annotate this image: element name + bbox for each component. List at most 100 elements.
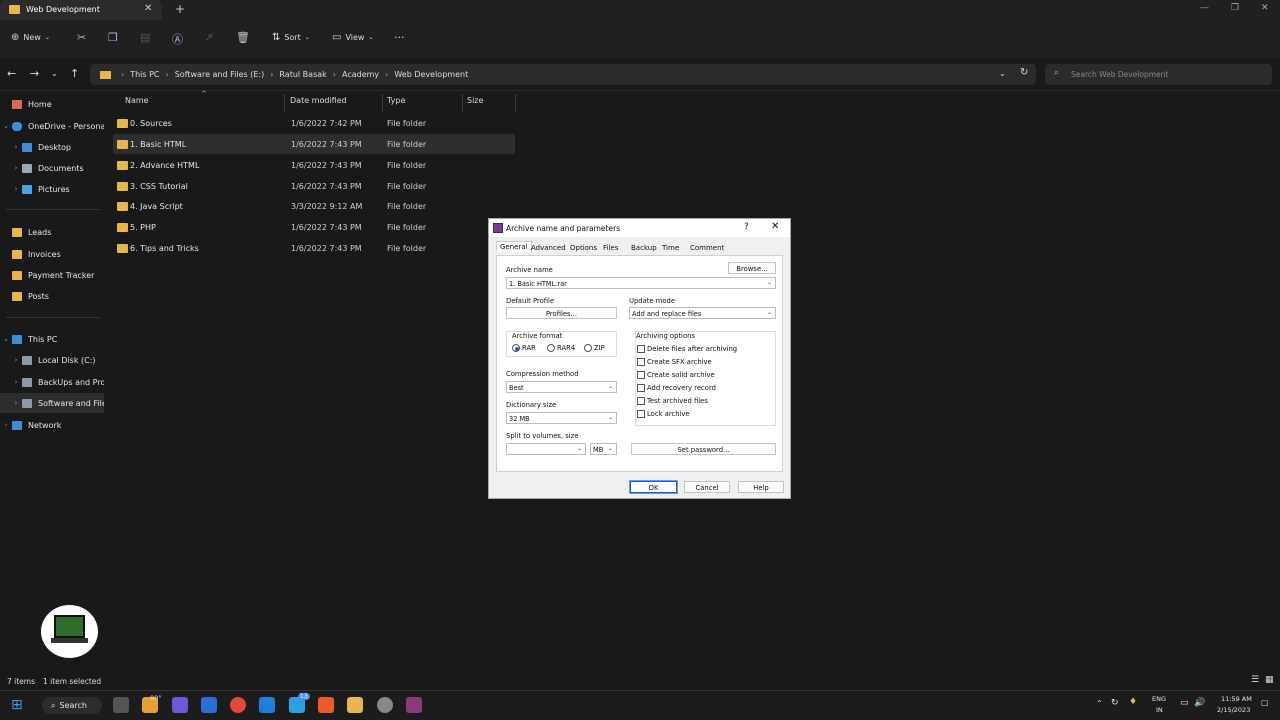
compression-select[interactable]: Best ⌄: [506, 381, 617, 393]
details-view-icon[interactable]: ☰: [1251, 675, 1259, 685]
up-icon[interactable]: ↑: [70, 67, 79, 80]
region-label[interactable]: IN: [1156, 706, 1163, 714]
file-row[interactable]: 4. Java Script 3/3/2022 9:12 AM File folde…: [113, 196, 515, 216]
column-header-date[interactable]: Date modified: [290, 96, 347, 110]
column-separator[interactable]: [515, 94, 516, 112]
help-button[interactable]: Help: [738, 481, 784, 493]
new-tab-button[interactable]: +: [175, 2, 185, 16]
test-files-checkbox[interactable]: Test archived files: [637, 397, 708, 405]
recent-chevron-icon[interactable]: ⌄: [51, 69, 58, 78]
sidebar-item-documents[interactable]: › Documents: [0, 158, 104, 178]
tab-web-development[interactable]: Web Development ✕: [0, 0, 162, 20]
app-icon[interactable]: [377, 697, 393, 713]
file-row[interactable]: 6. Tips and Tricks 1/6/2022 7:43 PM File f…: [113, 238, 515, 258]
sidebar-item-backups[interactable]: › BackUps and Proj: [0, 372, 104, 392]
more-options-button[interactable]: ···: [394, 31, 405, 44]
close-tab-icon[interactable]: ✕: [144, 3, 152, 14]
maximize-icon[interactable]: ❐: [1231, 3, 1239, 13]
column-separator[interactable]: [382, 94, 383, 112]
address-dropdown-icon[interactable]: ⌄: [999, 69, 1006, 78]
file-row-selected[interactable]: 1. Basic HTML 1/6/2022 7:43 PM File folder: [113, 134, 515, 154]
file-row[interactable]: 5. PHP 1/6/2022 7:43 PM File folder: [113, 217, 515, 237]
file-row[interactable]: 2. Advance HTML 1/6/2022 7:43 PM File fold…: [113, 155, 515, 175]
split-unit-select[interactable]: MB ⌄: [590, 443, 617, 455]
sidebar-item-invoices[interactable]: Invoices: [0, 244, 104, 264]
file-row[interactable]: 3. CSS Tutorial 1/6/2022 7:43 PM File fold…: [113, 176, 515, 196]
tab-files[interactable]: Files: [603, 244, 618, 252]
paste-icon[interactable]: ▤: [140, 31, 150, 44]
tab-advanced[interactable]: Advanced: [531, 244, 566, 252]
recovery-record-checkbox[interactable]: Add recovery record: [637, 384, 716, 392]
rename-icon[interactable]: Ⓐ: [172, 31, 183, 47]
tab-options[interactable]: Options: [570, 244, 597, 252]
notes-icon[interactable]: [201, 697, 217, 713]
sort-button[interactable]: ⇅ Sort ⌄: [272, 32, 310, 43]
browse-button[interactable]: Browse...: [728, 262, 776, 274]
chevron-up-icon[interactable]: ⌃: [1096, 699, 1103, 708]
cancel-button[interactable]: Cancel: [684, 481, 730, 493]
set-password-button[interactable]: Set password...: [631, 443, 776, 455]
column-separator[interactable]: [462, 94, 463, 112]
tab-general[interactable]: General: [496, 241, 532, 252]
notification-icon[interactable]: ▢: [1261, 698, 1269, 707]
winrar-taskbar-icon[interactable]: [406, 697, 422, 713]
refresh-icon[interactable]: ↻: [1020, 67, 1028, 78]
file-explorer-icon[interactable]: [347, 697, 363, 713]
minimize-icon[interactable]: —: [1200, 3, 1209, 13]
column-separator[interactable]: [284, 94, 285, 112]
sidebar-item-home[interactable]: Home: [0, 94, 104, 114]
back-icon[interactable]: ←: [7, 67, 16, 80]
dialog-titlebar[interactable]: Archive name and parameters ? ✕: [489, 219, 790, 237]
view-button[interactable]: ▭ View ⌄: [332, 32, 373, 43]
ok-button[interactable]: OK: [629, 480, 678, 494]
copy-icon[interactable]: ❐: [108, 31, 118, 44]
file-row[interactable]: 0. Sources 1/6/2022 7:42 PM File folder: [113, 113, 515, 133]
format-rar-radio[interactable]: RAR: [512, 344, 536, 352]
close-window-icon[interactable]: ✕: [1261, 3, 1269, 13]
dictionary-select[interactable]: 32 MB ⌄: [506, 412, 617, 424]
sync-icon[interactable]: ↻: [1111, 698, 1119, 708]
column-header-type[interactable]: Type: [387, 96, 405, 110]
forward-icon[interactable]: →: [30, 67, 39, 80]
sidebar-item-leads[interactable]: Leads: [0, 222, 104, 242]
sidebar-item-this-pc[interactable]: ⌄ This PC: [0, 329, 104, 349]
sidebar-item-local-disk[interactable]: › Local Disk (C:): [0, 350, 104, 370]
tab-time[interactable]: Time: [662, 244, 679, 252]
profiles-button[interactable]: Profiles...: [506, 307, 617, 319]
crumb-academy[interactable]: Academy: [342, 70, 379, 79]
clock-time[interactable]: 11:59 AM: [1221, 695, 1252, 703]
delete-files-checkbox[interactable]: Delete files after archiving: [637, 345, 737, 353]
sidebar-item-desktop[interactable]: › Desktop: [0, 137, 104, 157]
sidebar-item-onedrive[interactable]: ⌄ OneDrive - Persona: [0, 116, 104, 136]
edge-icon[interactable]: [259, 697, 275, 713]
chat-icon[interactable]: [172, 697, 188, 713]
cut-icon[interactable]: ✂: [77, 31, 86, 44]
tiles-view-icon[interactable]: ▦: [1265, 675, 1274, 685]
taskbar-search[interactable]: ⌕ Search: [42, 697, 102, 714]
new-button[interactable]: ⊕ New ⌄: [11, 32, 50, 43]
crumb-user[interactable]: Ratul Basak: [279, 70, 326, 79]
format-rar4-radio[interactable]: RAR4: [547, 344, 575, 352]
sidebar-item-network[interactable]: › Network: [0, 415, 104, 435]
chrome-icon[interactable]: [230, 697, 246, 713]
language-label[interactable]: ENG: [1152, 695, 1166, 703]
display-icon[interactable]: ▭: [1180, 698, 1189, 708]
task-view-icon[interactable]: [113, 697, 129, 713]
create-sfx-checkbox[interactable]: Create SFX archive: [637, 358, 712, 366]
solid-archive-checkbox[interactable]: Create solid archive: [637, 371, 715, 379]
windows-start-icon[interactable]: ⊞: [11, 697, 23, 713]
sidebar-item-software-files[interactable]: › Software and Files: [0, 393, 104, 413]
column-header-size[interactable]: Size: [467, 96, 483, 110]
sidebar-item-pictures[interactable]: › Pictures: [0, 179, 104, 199]
help-icon[interactable]: ?: [744, 222, 749, 232]
crumb-drive[interactable]: Software and Files (E:): [175, 70, 265, 79]
share-icon[interactable]: ↗: [204, 31, 213, 44]
delete-icon[interactable]: 🗑: [236, 31, 250, 44]
tab-comment[interactable]: Comment: [690, 244, 724, 252]
volume-icon[interactable]: 🔊: [1194, 698, 1205, 708]
lock-archive-checkbox[interactable]: Lock archive: [637, 410, 690, 418]
update-mode-select[interactable]: Add and replace files ⌄: [629, 307, 776, 319]
microphone-icon[interactable]: ♦: [1129, 697, 1137, 707]
archive-name-input[interactable]: 1. Basic HTML.rar ⌄: [506, 277, 776, 289]
column-header-name[interactable]: Name: [125, 96, 149, 110]
